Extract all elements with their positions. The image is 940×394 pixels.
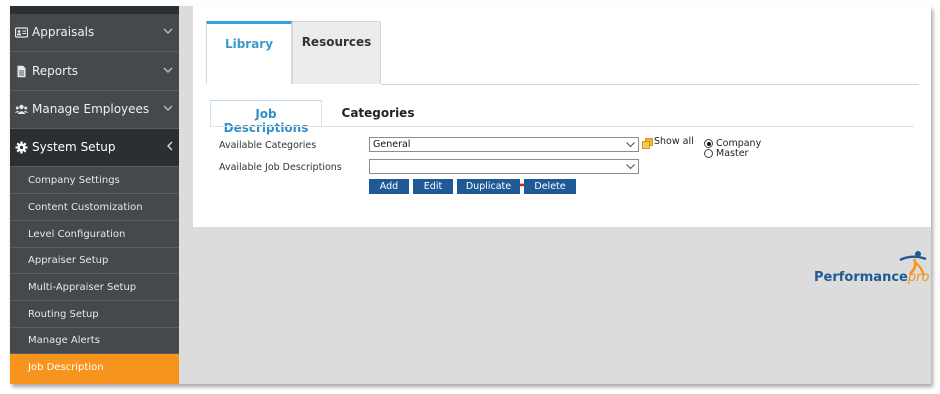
chevron-left-icon <box>167 141 173 151</box>
chevron-down-icon <box>626 142 635 148</box>
sidebar-top-strip <box>10 6 179 14</box>
sidebar-item-system-setup[interactable]: System Setup <box>10 129 179 167</box>
copy-icon <box>642 138 653 149</box>
delete-button[interactable]: Delete <box>524 179 576 194</box>
show-all-label: Show all <box>654 136 694 147</box>
tab-divider <box>381 84 919 85</box>
sidebar-subitem-label: Routing Setup <box>28 309 99 320</box>
chevron-down-icon <box>626 164 635 170</box>
subtab-categories[interactable]: Categories <box>323 100 433 127</box>
sidebar-subitem-multi-appraiser-setup[interactable]: Multi-Appraiser Setup <box>10 274 179 301</box>
available-categories-select[interactable]: General <box>369 137 639 152</box>
sidebar-subitem-label: Manage Alerts <box>28 335 100 346</box>
sidebar-subitem-job-description[interactable]: Job Description <box>10 354 179 384</box>
document-icon <box>17 65 26 78</box>
tab-label: Library <box>224 37 274 51</box>
sidebar-subitem-label: Company Settings <box>28 175 120 186</box>
users-icon <box>15 104 28 114</box>
logo-wordmark: Performancepro <box>814 270 929 285</box>
logo-word-main: Performance <box>814 270 908 285</box>
add-button[interactable]: Add <box>369 179 409 194</box>
chevron-down-icon <box>163 67 173 73</box>
sidebar-subitem-content-customization[interactable]: Content Customization <box>10 194 179 221</box>
sidebar-subitem-manage-alerts[interactable]: Manage Alerts <box>10 327 179 354</box>
chevron-down-icon <box>163 105 173 111</box>
subtab-job-descriptions[interactable]: Job Descriptions <box>210 100 322 135</box>
radio-label: Master <box>716 148 749 159</box>
sidebar-item-manage-employees[interactable]: Manage Employees <box>10 91 179 129</box>
sidebar-item-label: Manage Employees <box>32 102 150 116</box>
sidebar-subitem-label: Job Description <box>28 362 104 373</box>
radio-dot <box>704 149 713 158</box>
sidebar-subitem-label: Multi-Appraiser Setup <box>28 282 137 293</box>
tab-resources[interactable]: Resources <box>292 21 381 84</box>
id-card-icon <box>15 27 28 38</box>
sidebar-item-label: Appraisals <box>32 25 95 39</box>
duplicate-button[interactable]: Duplicate <box>457 179 520 194</box>
subtab-label: Job Descriptions <box>223 107 309 135</box>
tab-label: Resources <box>301 35 372 49</box>
sidebar-subitem-routing-setup[interactable]: Routing Setup <box>10 301 179 328</box>
sidebar-item-reports[interactable]: Reports <box>10 53 179 91</box>
available-job-descriptions-label: Available Job Descriptions <box>219 162 342 173</box>
tab-library[interactable]: Library <box>206 21 292 84</box>
sidebar-subitem-label: Appraiser Setup <box>28 255 109 266</box>
sidebar-subitem-company-settings[interactable]: Company Settings <box>10 167 179 194</box>
sidebar-subitem-label: Level Configuration <box>28 229 126 240</box>
sidebar-subitem-level-configuration[interactable]: Level Configuration <box>10 221 179 248</box>
available-job-descriptions-select[interactable] <box>369 159 639 174</box>
sidebar-item-label: System Setup <box>32 140 116 154</box>
performancepro-logo: Performancepro <box>814 250 930 290</box>
radio-dot-selected <box>704 139 713 148</box>
sidebar-subitem-label: Content Customization <box>28 202 143 213</box>
subtab-label: Categories <box>341 106 415 120</box>
sidebar-item-label: Reports <box>32 64 79 78</box>
sidebar-item-appraisals[interactable]: Appraisals <box>10 14 179 52</box>
sidebar-subitem-appraiser-setup[interactable]: Appraiser Setup <box>10 247 179 274</box>
available-categories-label: Available Categories <box>219 140 317 151</box>
main-panel: Library Resources Job Descriptions Categ… <box>193 6 931 227</box>
gear-icon <box>15 141 28 154</box>
subtab-divider <box>210 126 914 127</box>
select-value: General <box>373 139 411 150</box>
app-window: Appraisals Reports Manage Employees Syst… <box>10 6 931 384</box>
edit-button[interactable]: Edit <box>413 179 453 194</box>
sidebar: Appraisals Reports Manage Employees Syst… <box>10 6 179 384</box>
logo-word-suffix: pro <box>907 270 930 285</box>
chevron-down-icon <box>163 28 173 34</box>
